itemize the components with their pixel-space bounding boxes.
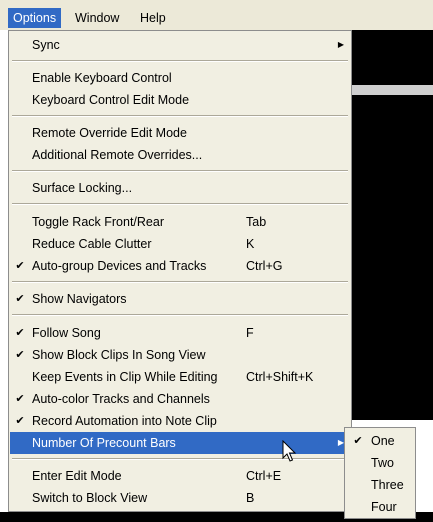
menu-item-number-of-precount-bars[interactable]: Number Of Precount Bars ▶ — [10, 432, 350, 454]
menu-item-switch-to-block-view[interactable]: Switch to Block View B — [10, 487, 350, 509]
menu-item-shortcut: Tab — [246, 215, 267, 229]
app-background — [352, 30, 433, 420]
menu-item-label: Auto-group Devices and Tracks — [32, 259, 207, 273]
menu-item-label: Toggle Rack Front/Rear — [32, 215, 165, 229]
menu-item-label: Keyboard Control Edit Mode — [32, 93, 190, 107]
menu-item-label: Number Of Precount Bars — [32, 436, 176, 450]
menu-item-label: Keep Events in Clip While Editing — [32, 370, 218, 384]
menu-item-label: Show Navigators — [32, 292, 127, 306]
menubar-options[interactable]: Options — [8, 8, 62, 28]
submenu-item-three[interactable]: Three — [346, 474, 414, 496]
menu-separator — [12, 203, 348, 205]
menu-separator — [12, 314, 348, 316]
menubar-help[interactable]: Help — [135, 8, 171, 28]
menu-item-reduce-cable-clutter[interactable]: Reduce Cable Clutter K — [10, 233, 350, 255]
submenu-item-label: Three — [371, 478, 404, 492]
menu-item-shortcut: Ctrl+G — [246, 259, 283, 273]
menu-item-label: Sync — [32, 38, 60, 52]
menu-item-keep-events[interactable]: Keep Events in Clip While Editing Ctrl+S… — [10, 366, 350, 388]
menu-item-show-block-clips[interactable]: ✔ Show Block Clips In Song View — [10, 344, 350, 366]
precount-bars-submenu: ✔ One Two Three Four — [344, 427, 416, 519]
check-icon: ✔ — [15, 327, 25, 339]
menu-item-shortcut: K — [246, 237, 255, 251]
menu-item-follow-song[interactable]: ✔ Follow Song F — [10, 322, 350, 344]
menubar-window[interactable]: Window — [70, 8, 124, 28]
menu-item-additional-remote-overrides[interactable]: Additional Remote Overrides... — [10, 144, 350, 166]
menu-item-remote-override-edit-mode[interactable]: Remote Override Edit Mode — [10, 122, 350, 144]
menu-item-label: Enable Keyboard Control — [32, 71, 172, 85]
submenu-item-two[interactable]: Two — [346, 452, 414, 474]
menu-item-enter-edit-mode[interactable]: Enter Edit Mode Ctrl+E — [10, 465, 350, 487]
menu-item-toggle-rack[interactable]: Toggle Rack Front/Rear Tab — [10, 211, 350, 233]
menu-separator — [12, 281, 348, 283]
menu-item-shortcut: B — [246, 491, 255, 505]
menu-item-label: Additional Remote Overrides... — [32, 148, 203, 162]
submenu-item-label: One — [371, 434, 395, 448]
menu-item-sync[interactable]: Sync ▶ — [10, 34, 350, 56]
menu-separator — [12, 60, 348, 62]
menu-item-shortcut: Ctrl+Shift+K — [246, 370, 314, 384]
menu-separator — [12, 115, 348, 117]
submenu-item-four[interactable]: Four — [346, 496, 414, 518]
menu-item-enable-keyboard-control[interactable]: Enable Keyboard Control — [10, 67, 350, 89]
menu-item-label: Follow Song — [32, 326, 101, 340]
menu-item-label: Remote Override Edit Mode — [32, 126, 187, 140]
menu-item-shortcut: Ctrl+E — [246, 469, 282, 483]
menu-item-auto-color[interactable]: ✔ Auto-color Tracks and Channels — [10, 388, 350, 410]
menu-item-label: Record Automation into Note Clip — [32, 414, 217, 428]
menu-item-surface-locking[interactable]: Surface Locking... — [10, 177, 350, 199]
check-icon: ✔ — [15, 415, 25, 427]
options-menu: Sync ▶ Enable Keyboard Control Keyboard … — [8, 30, 352, 512]
submenu-item-label: Four — [371, 500, 397, 514]
menu-item-show-navigators[interactable]: ✔ Show Navigators — [10, 288, 350, 310]
check-icon: ✔ — [15, 260, 25, 272]
check-icon: ✔ — [15, 293, 25, 305]
check-icon: ✔ — [353, 435, 363, 447]
menu-item-label: Auto-color Tracks and Channels — [32, 392, 210, 406]
check-icon: ✔ — [15, 393, 25, 405]
mouse-cursor-icon — [282, 440, 297, 462]
menu-item-label: Reduce Cable Clutter — [32, 237, 152, 251]
menu-item-label: Surface Locking... — [32, 181, 133, 195]
menu-item-label: Switch to Block View — [32, 491, 148, 505]
submenu-arrow-icon: ▶ — [337, 40, 344, 49]
menu-item-keyboard-control-edit-mode[interactable]: Keyboard Control Edit Mode — [10, 89, 350, 111]
app-scroll-strip — [352, 85, 433, 95]
menu-item-label: Enter Edit Mode — [32, 469, 122, 483]
menu-item-label: Show Block Clips In Song View — [32, 348, 206, 362]
menu-bar: Options Window Help — [0, 0, 433, 30]
submenu-item-label: Two — [371, 456, 394, 470]
menu-item-record-automation[interactable]: ✔ Record Automation into Note Clip — [10, 410, 350, 432]
check-icon: ✔ — [15, 349, 25, 361]
menu-item-auto-group[interactable]: ✔ Auto-group Devices and Tracks Ctrl+G — [10, 255, 350, 277]
submenu-item-one[interactable]: ✔ One — [346, 430, 414, 452]
menu-item-shortcut: F — [246, 326, 254, 340]
menu-separator — [12, 170, 348, 172]
